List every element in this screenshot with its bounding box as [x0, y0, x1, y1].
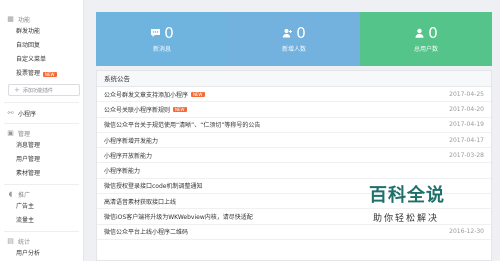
notice-row[interactable]: 微信公众平台关于规范使用“清晰”、“仁须切”等称号的公告 2017-04-19: [97, 118, 491, 133]
divider: [4, 231, 79, 232]
sidebar-item-materials[interactable]: 素材管理: [0, 167, 83, 181]
stats-header: ▤ 统计: [0, 235, 83, 247]
new-users-count: 0: [296, 24, 306, 42]
divider: [4, 123, 79, 124]
panel-title: 系统公告: [97, 71, 491, 87]
user-add-icon: [282, 28, 293, 38]
divider: [4, 102, 79, 103]
sidebar-item-publisher[interactable]: 流量主: [0, 214, 83, 228]
sidebar: ▦ 功能 群发功能 自动回复 自定义菜单 投票管理 NEW + 添加功能插件 ⚯…: [0, 0, 84, 261]
watermark-subtitle: 助你轻松解决: [373, 214, 440, 224]
sidebar-item-advertiser[interactable]: 广告主: [0, 200, 83, 214]
notice-row[interactable]: 公众号关联小程序新规则 NEW 2017-04-20: [97, 102, 491, 118]
sidebar-item-label: 素材管理: [16, 170, 41, 177]
manage-header-label: 管理: [18, 130, 31, 138]
sidebar-item-label: 消息管理: [16, 142, 41, 149]
notice-title-wrap: 高清语音素材获取接口上线: [104, 197, 176, 206]
sidebar-item-vote[interactable]: 投票管理 NEW: [0, 67, 83, 81]
folder-icon: ▣: [7, 129, 14, 137]
total-users-label: 总用户数: [413, 46, 438, 53]
notice-date: 2017-04-20: [449, 105, 484, 113]
notice-date: 2016-12-30: [449, 228, 484, 236]
notice-title-wrap: 公众号关联小程序新规则 NEW: [104, 105, 187, 114]
promo-header: ◖ 推广: [0, 188, 83, 200]
notice-date: 2017-04-17: [449, 136, 484, 144]
notice-title[interactable]: 公众号关联小程序新规则: [104, 105, 170, 114]
promo-header-label: 推广: [18, 191, 31, 199]
total-users-count: 0: [428, 24, 438, 42]
stat-new-users[interactable]: 0 新增人数: [228, 12, 360, 66]
message-icon: [150, 28, 161, 38]
sidebar-item-label: 群发功能: [16, 28, 41, 35]
plus-icon: +: [14, 86, 20, 94]
megaphone-icon: ◖: [8, 190, 13, 198]
sidebar-item-label: 自定义菜单: [16, 56, 47, 63]
features-header: ▦ 功能: [0, 13, 83, 25]
sidebar-item-custom-menu[interactable]: 自定义菜单: [0, 53, 83, 67]
stats-header-label: 统计: [18, 238, 31, 246]
notice-title[interactable]: 小程序新增开发能力: [104, 136, 158, 145]
mini-program-label: 小程序: [18, 110, 37, 118]
notice-title[interactable]: 微信iOS客户端将升级为WKWebview内核，请尽快适配: [104, 212, 253, 221]
features-header-label: 功能: [18, 16, 31, 24]
add-plugin-label: 添加功能插件: [22, 87, 53, 94]
sidebar-item-mini-program[interactable]: ⚯ 小程序: [0, 106, 83, 120]
stat-new-messages[interactable]: 0 新消息: [96, 12, 228, 66]
notice-date: 2017-03-28: [449, 151, 484, 159]
notice-title-wrap: 小程序开放新能力: [104, 151, 152, 160]
system-notices-panel: 系统公告 公众号群发文章支持添加小程序 NEW 2017-04-25 公众号关联小程序…: [96, 70, 492, 261]
notice-row[interactable]: 小程序新增开发能力 2017-04-17: [97, 133, 491, 149]
new-badge: NEW: [173, 106, 187, 112]
notice-title-wrap: 小程序新增开发能力: [104, 136, 158, 145]
notice-title-wrap: 微信授权登录接口code机制调整通知: [104, 181, 202, 190]
new-messages-count: 0: [164, 24, 174, 42]
sidebar-item-label: 自动回复: [16, 42, 41, 49]
notice-row[interactable]: 小程序开放新能力 2017-03-28: [97, 148, 491, 164]
user-icon: [414, 28, 425, 38]
notice-title-wrap: 微信公众平台上线小程序二维码: [104, 227, 188, 236]
sidebar-item-users[interactable]: 用户管理: [0, 153, 83, 167]
watermark-title: 百科全说: [369, 185, 445, 206]
notice-date: 2017-04-25: [449, 90, 484, 98]
notice-title[interactable]: 微信授权登录接口code机制调整通知: [104, 181, 202, 190]
sidebar-item-user-analysis[interactable]: 用户分析: [0, 247, 83, 261]
notice-title-wrap: 公众号群发文章支持添加小程序 NEW: [104, 90, 205, 99]
sidebar-item-label: 投票管理: [16, 70, 41, 77]
new-badge: NEW: [43, 71, 57, 77]
notice-date: 2017-04-19: [449, 121, 484, 129]
sidebar-item-label: 用户管理: [16, 156, 41, 163]
notice-title[interactable]: 小程序开放新能力: [104, 151, 152, 160]
link-icon: ⚯: [7, 109, 14, 117]
new-messages-label: 新消息: [152, 46, 171, 53]
notice-title[interactable]: 高清语音素材获取接口上线: [104, 197, 176, 206]
sidebar-item-label: 用户分析: [16, 250, 41, 257]
add-plugin-button[interactable]: + 添加功能插件: [8, 84, 80, 96]
notice-title[interactable]: 微信公众平台上线小程序二维码: [104, 227, 188, 236]
notice-title-wrap: 微信公众平台关于规范使用“清晰”、“仁须切”等称号的公告: [104, 120, 260, 129]
sidebar-item-mass-send[interactable]: 群发功能: [0, 25, 83, 39]
stat-total-users[interactable]: 0 总用户数: [360, 12, 492, 66]
notice-title[interactable]: 微信公众平台关于规范使用“清晰”、“仁须切”等称号的公告: [104, 120, 260, 129]
notice-title[interactable]: 小程序新能力: [104, 166, 140, 175]
sidebar-item-label: 广告主: [16, 203, 35, 210]
sidebar-item-label: 流量主: [16, 217, 35, 224]
watermark: 百科全说 助你轻松解决: [363, 183, 493, 228]
manage-header: ▣ 管理: [0, 127, 83, 139]
notice-row[interactable]: 小程序新能力: [97, 163, 491, 179]
grid-icon: ▦: [7, 15, 14, 23]
new-users-label: 新增人数: [281, 46, 306, 53]
sidebar-item-auto-reply[interactable]: 自动回复: [0, 39, 83, 53]
divider: [4, 184, 79, 185]
notice-title[interactable]: 公众号群发文章支持添加小程序: [104, 90, 188, 99]
notice-title-wrap: 微信iOS客户端将升级为WKWebview内核，请尽快适配: [104, 212, 253, 221]
notice-row[interactable]: 公众号群发文章支持添加小程序 NEW 2017-04-25: [97, 87, 491, 103]
new-badge: NEW: [191, 91, 205, 97]
sidebar-item-messages[interactable]: 消息管理: [0, 139, 83, 153]
chart-icon: ▤: [7, 237, 14, 245]
notice-title-wrap: 小程序新能力: [104, 166, 140, 175]
stats-row: 0 新消息 0 新增人数 0 总用户数: [96, 12, 492, 66]
